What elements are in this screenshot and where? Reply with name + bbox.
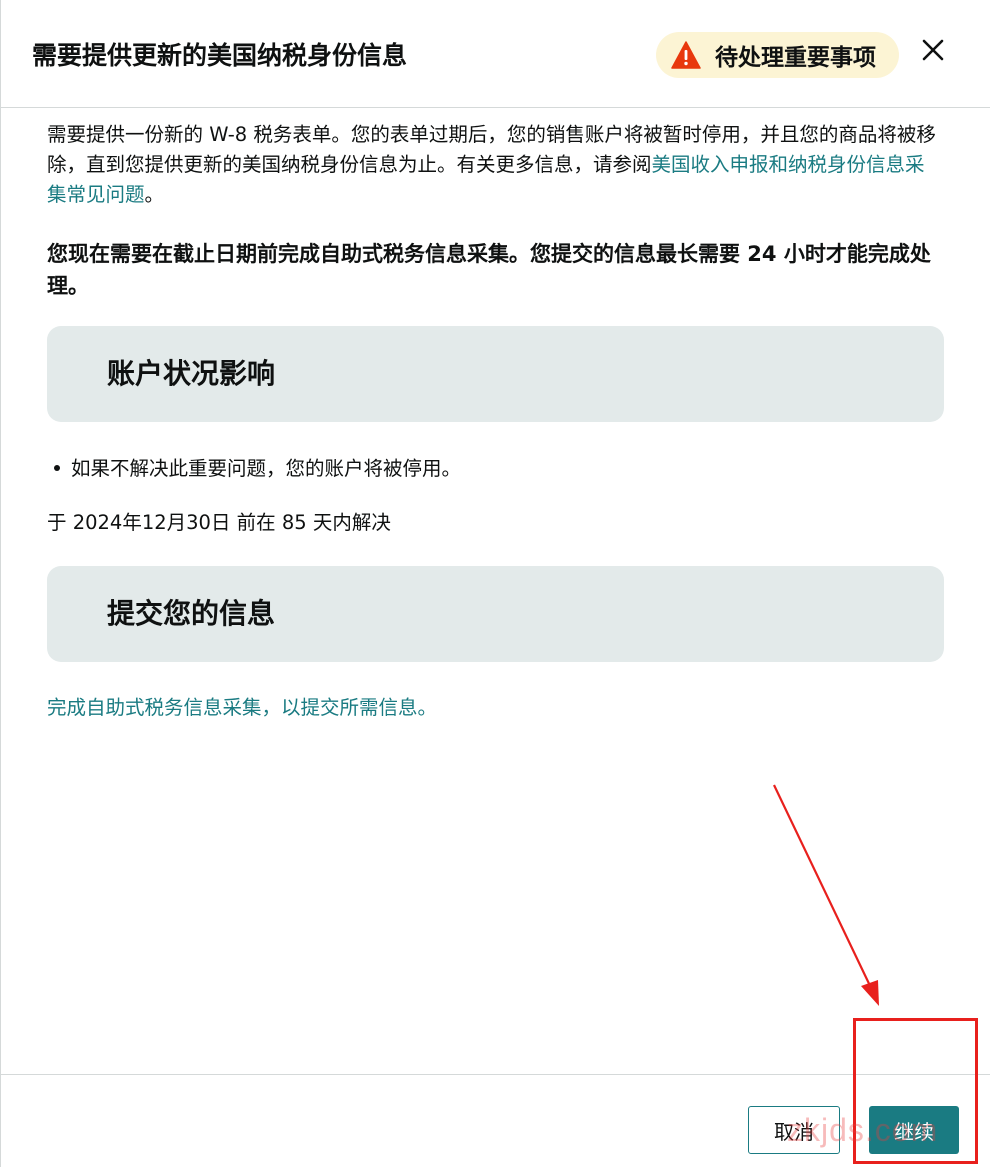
- continue-button[interactable]: 继续: [869, 1106, 959, 1154]
- resolve-deadline-text: 于 2024年12月30日 前在 85 天内解决: [47, 511, 391, 534]
- warning-triangle-icon: [671, 41, 701, 69]
- submit-info-section: 提交您的信息: [47, 566, 944, 662]
- self-service-tax-link[interactable]: 完成自助式税务信息采集，以提交所需信息。: [47, 691, 437, 720]
- modal-title: 需要提供更新的美国纳税身份信息: [32, 41, 408, 70]
- modal-body: 需要提供一份新的 W-8 税务表单。您的表单过期后，您的销售账户将被暂时停用，并…: [47, 120, 944, 302]
- impact-bullet-item: 如果不解决此重要问题，您的账户将被停用。: [54, 452, 461, 481]
- account-impact-section: 账户状况影响: [47, 326, 944, 422]
- pending-important-badge: 待处理重要事项: [656, 32, 899, 78]
- intro-paragraph: 需要提供一份新的 W-8 税务表单。您的表单过期后，您的销售账户将被暂时停用，并…: [47, 120, 944, 210]
- close-icon[interactable]: [916, 33, 950, 67]
- deadline-notice: 您现在需要在截止日期前完成自助式税务信息采集。您提交的信息最长需要 24 小时才…: [47, 242, 931, 298]
- impact-bullet-text: 如果不解决此重要问题，您的账户将被停用。: [71, 457, 462, 480]
- account-impact-heading: 账户状况影响: [107, 357, 276, 390]
- tax-info-modal: 需要提供更新的美国纳税身份信息 待处理重要事项 需要提供一份新的 W-8 税务表…: [0, 0, 990, 1167]
- bullet-dot: [54, 464, 60, 471]
- submit-info-heading: 提交您的信息: [107, 597, 276, 630]
- modal-header: 需要提供更新的美国纳税身份信息 待处理重要事项: [1, 0, 990, 108]
- intro-text-end: 。: [144, 183, 165, 206]
- modal-footer: 取消 继续: [1, 1074, 990, 1167]
- annotation-arrow: [773, 784, 879, 1006]
- cancel-button[interactable]: 取消: [748, 1106, 840, 1154]
- badge-label: 待处理重要事项: [715, 45, 876, 71]
